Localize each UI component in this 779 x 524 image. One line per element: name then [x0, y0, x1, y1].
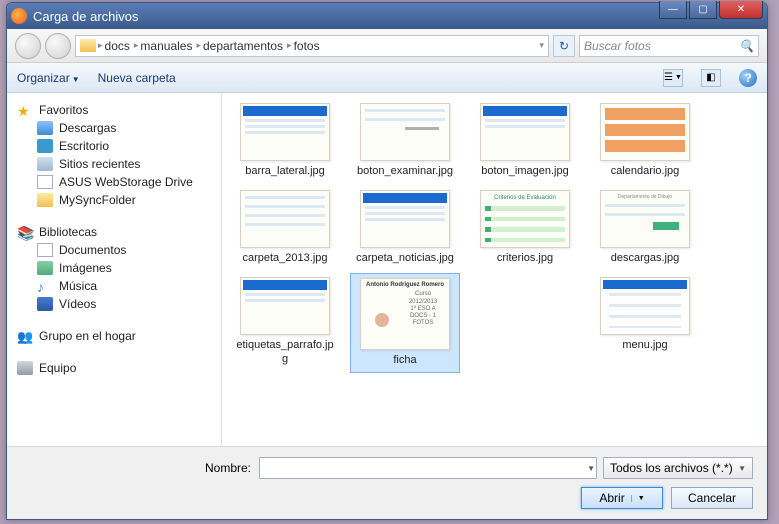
filename-label: Nombre:	[21, 461, 251, 475]
chevron-down-icon: ▼	[72, 75, 80, 84]
sidebar-item-desktop[interactable]: Escritorio	[11, 137, 217, 155]
star-icon: ★	[17, 103, 33, 117]
sidebar-item-downloads[interactable]: Descargas	[11, 119, 217, 137]
chevron-down-icon[interactable]: ▾	[539, 40, 544, 51]
sidebar-item-sync[interactable]: MySyncFolder	[11, 191, 217, 209]
nav-row: ▸ docs▸ manuales▸ departamentos▸ fotos ▾…	[7, 29, 767, 63]
view-menu[interactable]: ☰ ▼	[663, 69, 683, 87]
sidebar: ★Favoritos Descargas Escritorio Sitios r…	[7, 93, 222, 446]
refresh-button[interactable]: ↻	[553, 35, 575, 57]
toolbar: Organizar▼ Nueva carpeta ☰ ▼ ◧ ?	[7, 63, 767, 93]
sidebar-item-music[interactable]: ♪Música	[11, 277, 217, 295]
file-item[interactable]: boton_imagen.jpg	[470, 99, 580, 182]
sidebar-section-homegroup[interactable]: 👥Grupo en el hogar	[11, 327, 217, 345]
titlebar[interactable]: Carga de archivos — ▢ ✕	[7, 3, 767, 29]
sidebar-item-documents[interactable]: Documentos	[11, 241, 217, 259]
file-type-filter[interactable]: Todos los archivos (*.*)▼	[603, 457, 753, 479]
document-icon	[37, 243, 53, 257]
maximize-button[interactable]: ▢	[689, 1, 717, 19]
file-item[interactable]: etiquetas_parrafo.jpg	[230, 273, 340, 372]
minimize-button[interactable]: —	[659, 1, 687, 19]
chevron-right-icon: ▸	[98, 40, 103, 51]
sidebar-section-computer[interactable]: Equipo	[11, 359, 217, 377]
dialog-footer: Nombre: ▼ Todos los archivos (*.*)▼ Abri…	[7, 446, 767, 519]
forward-button[interactable]	[45, 33, 71, 59]
address-bar[interactable]: ▸ docs▸ manuales▸ departamentos▸ fotos ▾	[75, 35, 549, 57]
back-button[interactable]	[15, 33, 41, 59]
sidebar-item-videos[interactable]: Vídeos	[11, 295, 217, 313]
file-item[interactable]: boton_examinar.jpg	[350, 99, 460, 182]
breadcrumb: departamentos▸	[203, 39, 292, 53]
sidebar-item-asus[interactable]: ASUS WebStorage Drive	[11, 173, 217, 191]
new-folder-button[interactable]: Nueva carpeta	[98, 71, 176, 85]
recent-icon	[37, 157, 53, 171]
chevron-right-icon: ▸	[287, 40, 292, 51]
sidebar-item-recent[interactable]: Sitios recientes	[11, 155, 217, 173]
download-icon	[37, 121, 53, 135]
computer-icon	[17, 361, 33, 375]
close-button[interactable]: ✕	[719, 1, 763, 19]
file-item[interactable]: Criterios de Evaluacióncriterios.jpg	[470, 186, 580, 269]
file-item-selected[interactable]: Antonio Rodríguez Romero Curso2012/20131…	[350, 273, 460, 372]
library-icon: 📚	[17, 225, 33, 239]
chevron-right-icon: ▸	[196, 40, 201, 51]
image-icon	[37, 261, 53, 275]
firefox-icon	[11, 8, 27, 24]
file-item[interactable]: carpeta_noticias.jpg	[350, 186, 460, 269]
homegroup-icon: 👥	[17, 329, 33, 343]
drive-icon	[37, 175, 53, 189]
breadcrumb: docs▸	[105, 39, 139, 53]
sidebar-section-libraries[interactable]: 📚Bibliotecas	[11, 223, 217, 241]
organize-menu[interactable]: Organizar▼	[17, 71, 80, 85]
sidebar-item-images[interactable]: Imágenes	[11, 259, 217, 277]
folder-icon	[37, 193, 53, 207]
desktop-icon	[37, 139, 53, 153]
video-icon	[37, 297, 53, 311]
file-item[interactable]: barra_lateral.jpg	[230, 99, 340, 182]
folder-icon	[80, 39, 96, 52]
breadcrumb: fotos	[294, 39, 320, 53]
search-icon: 🔍	[739, 39, 754, 53]
file-item[interactable]: menu.jpg	[590, 273, 700, 372]
sidebar-section-favorites[interactable]: ★Favoritos	[11, 101, 217, 119]
file-item[interactable]: carpeta_2013.jpg	[230, 186, 340, 269]
chevron-down-icon[interactable]: ▼	[587, 464, 595, 473]
file-item[interactable]: Departamento de Dibujodescargas.jpg	[590, 186, 700, 269]
window-title: Carga de archivos	[33, 9, 763, 24]
breadcrumb: manuales▸	[140, 39, 201, 53]
file-upload-dialog: Carga de archivos — ▢ ✕ ▸ docs▸ manuales…	[6, 2, 768, 520]
file-item[interactable]: calendario.jpg	[590, 99, 700, 182]
filename-input[interactable]	[259, 457, 597, 479]
preview-pane-button[interactable]: ◧	[701, 69, 721, 87]
file-grid[interactable]: barra_lateral.jpg boton_examinar.jpg bot…	[222, 93, 767, 446]
open-button[interactable]: Abrir ▼	[581, 487, 663, 509]
help-button[interactable]: ?	[739, 69, 757, 87]
music-icon: ♪	[37, 279, 53, 293]
search-input[interactable]: Buscar fotos 🔍	[579, 35, 759, 57]
chevron-right-icon: ▸	[134, 40, 139, 51]
cancel-button[interactable]: Cancelar	[671, 487, 753, 509]
chevron-down-icon: ▼	[738, 464, 746, 473]
